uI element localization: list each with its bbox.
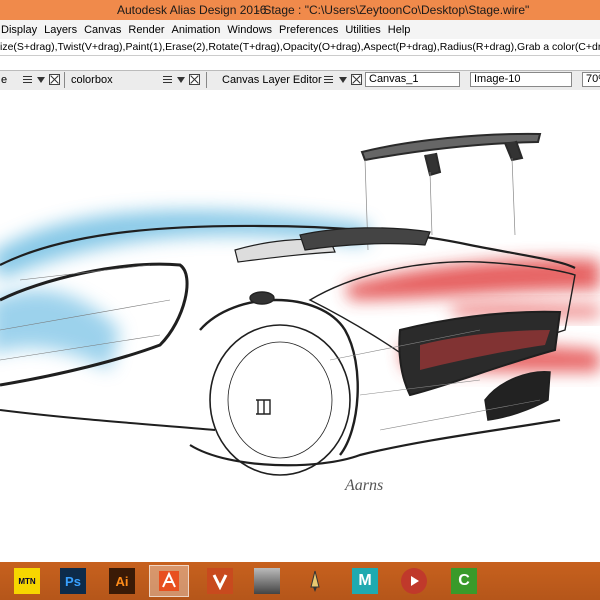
stage-title: - Stage : "C:\Users\ZeytoonCo\Desktop\St… bbox=[256, 3, 530, 17]
close-icon[interactable] bbox=[49, 74, 60, 85]
close-icon[interactable] bbox=[351, 74, 362, 85]
mtn-app-icon[interactable]: MTN bbox=[14, 568, 40, 594]
canvas-layer-editor-label: Canvas Layer Editor bbox=[222, 74, 322, 86]
palette-toolbar: e colorbox Canvas Layer Editor Canvas_1 … bbox=[0, 70, 600, 91]
pencil-icon bbox=[310, 570, 320, 592]
divider bbox=[64, 72, 65, 88]
menu-render[interactable]: Render bbox=[128, 24, 171, 36]
app-title: Autodesk Alias Design 2016 bbox=[117, 3, 267, 17]
menu-animation[interactable]: Animation bbox=[171, 24, 227, 36]
illustrator-icon[interactable]: Ai bbox=[109, 568, 135, 594]
menu-lines-icon[interactable] bbox=[162, 74, 173, 85]
v-logo-icon bbox=[212, 574, 228, 590]
car-sketch: Aarns bbox=[0, 132, 600, 494]
zoom-field[interactable]: 70% bbox=[582, 72, 600, 87]
menu-preferences[interactable]: Preferences bbox=[279, 24, 345, 36]
panel-label: e bbox=[1, 74, 8, 86]
image-name-field[interactable]: Image-10 bbox=[470, 72, 572, 87]
media-player-icon[interactable] bbox=[401, 568, 427, 594]
artist-signature: Aarns bbox=[344, 477, 383, 494]
menu-lines-icon[interactable] bbox=[22, 74, 33, 85]
photoshop-icon[interactable]: Ps bbox=[60, 568, 86, 594]
title-bar: Autodesk Alias Design 2016 - Stage : "C:… bbox=[0, 0, 600, 20]
play-icon bbox=[411, 576, 419, 586]
menu-help[interactable]: Help bbox=[388, 24, 418, 36]
menu-lines-icon[interactable] bbox=[323, 74, 334, 85]
sketch-canvas[interactable]: Aarns bbox=[0, 90, 600, 560]
colorbox-label: colorbox bbox=[71, 74, 113, 86]
tool-hint-bar: ize(S+drag),Twist(V+drag),Paint(1),Erase… bbox=[0, 39, 600, 56]
windows-taskbar: MTN Ps Ai M C bbox=[0, 562, 600, 600]
divider bbox=[206, 72, 207, 88]
canvas-name-field[interactable]: Canvas_1 bbox=[365, 72, 460, 87]
chevron-down-icon[interactable] bbox=[37, 77, 45, 83]
menu-utilities[interactable]: Utilities bbox=[345, 24, 387, 36]
menu-bar: Display Layers Canvas Render Animation W… bbox=[0, 20, 600, 40]
portrait-app-icon[interactable] bbox=[254, 568, 280, 594]
alias-logo-icon bbox=[159, 571, 179, 591]
maya-icon[interactable]: M bbox=[352, 568, 378, 594]
menu-canvas[interactable]: Canvas bbox=[84, 24, 128, 36]
pencil-app-icon[interactable] bbox=[302, 568, 328, 594]
alias-icon[interactable] bbox=[149, 565, 189, 597]
menu-layers[interactable]: Layers bbox=[44, 24, 84, 36]
menu-windows[interactable]: Windows bbox=[227, 24, 279, 36]
menu-display[interactable]: Display bbox=[1, 24, 44, 36]
camtasia-icon[interactable]: C bbox=[451, 568, 477, 594]
vectr-icon[interactable] bbox=[207, 568, 233, 594]
bugatti-emblem bbox=[249, 291, 275, 415]
close-icon[interactable] bbox=[189, 74, 200, 85]
chevron-down-icon[interactable] bbox=[177, 77, 185, 83]
chevron-down-icon[interactable] bbox=[339, 77, 347, 83]
